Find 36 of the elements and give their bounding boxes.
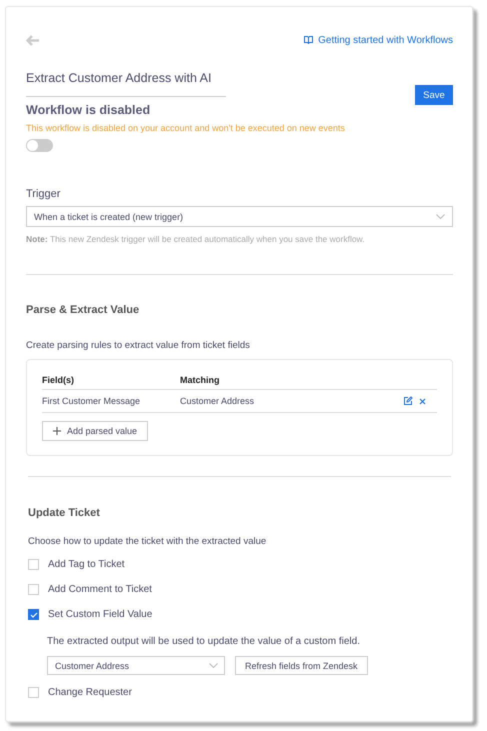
toggle-switch[interactable] bbox=[26, 139, 53, 152]
column-header: Matching bbox=[180, 375, 220, 385]
option-label: Add Tag to Ticket bbox=[48, 559, 125, 570]
save-button[interactable]: Save bbox=[415, 85, 453, 105]
field-label: Trigger bbox=[26, 188, 62, 200]
refresh-button[interactable]: Refresh fields from Zendesk bbox=[235, 656, 368, 675]
option-label: Set Custom Field Value bbox=[48, 609, 152, 620]
status-heading: Workflow is disabled bbox=[26, 103, 152, 117]
checkbox[interactable] bbox=[28, 687, 39, 698]
help-link[interactable]: Getting started with Workflows bbox=[304, 34, 453, 46]
table-cell-text: Customer Address bbox=[180, 396, 256, 406]
section-description: Create parsing rules to extract value from ticket fields bbox=[26, 340, 251, 351]
custom-field-dropdown[interactable]: Customer Address bbox=[47, 656, 225, 675]
edit-icon[interactable] bbox=[403, 396, 413, 406]
trigger-dropdown[interactable]: When a ticket is created (new trigger) bbox=[26, 206, 453, 227]
section-heading: Update Ticket bbox=[28, 507, 101, 519]
chevron-down-icon bbox=[436, 214, 445, 219]
plus-icon bbox=[53, 427, 61, 435]
close-icon[interactable] bbox=[419, 398, 426, 404]
warning-message: This workflow is disabled on your account and won't be executed on new events bbox=[26, 123, 346, 133]
chevron-down-icon bbox=[209, 663, 218, 668]
add-parsed-value-button[interactable]: Add parsed value bbox=[42, 421, 148, 441]
note-text: Note: This new Zendesk trigger will be created automatically when you save the workflow. bbox=[26, 234, 366, 244]
book-icon bbox=[304, 36, 314, 44]
checkbox[interactable] bbox=[28, 559, 39, 570]
section-description: Choose how to update the ticket with the extracted value bbox=[28, 536, 268, 547]
section-heading: Parse & Extract Value bbox=[26, 304, 140, 316]
checkbox[interactable] bbox=[28, 609, 39, 620]
back-arrow-icon[interactable] bbox=[26, 34, 39, 46]
table-cell-text: First Customer Message bbox=[42, 396, 142, 406]
column-header: Field(s) bbox=[42, 375, 76, 385]
option-description: The extracted output will be used to update the value of a custom field. bbox=[47, 636, 361, 647]
option-label: Change Requester bbox=[48, 687, 132, 698]
check-icon bbox=[30, 612, 38, 618]
checkbox[interactable] bbox=[28, 584, 39, 595]
option-label: Add Comment to Ticket bbox=[48, 584, 152, 595]
